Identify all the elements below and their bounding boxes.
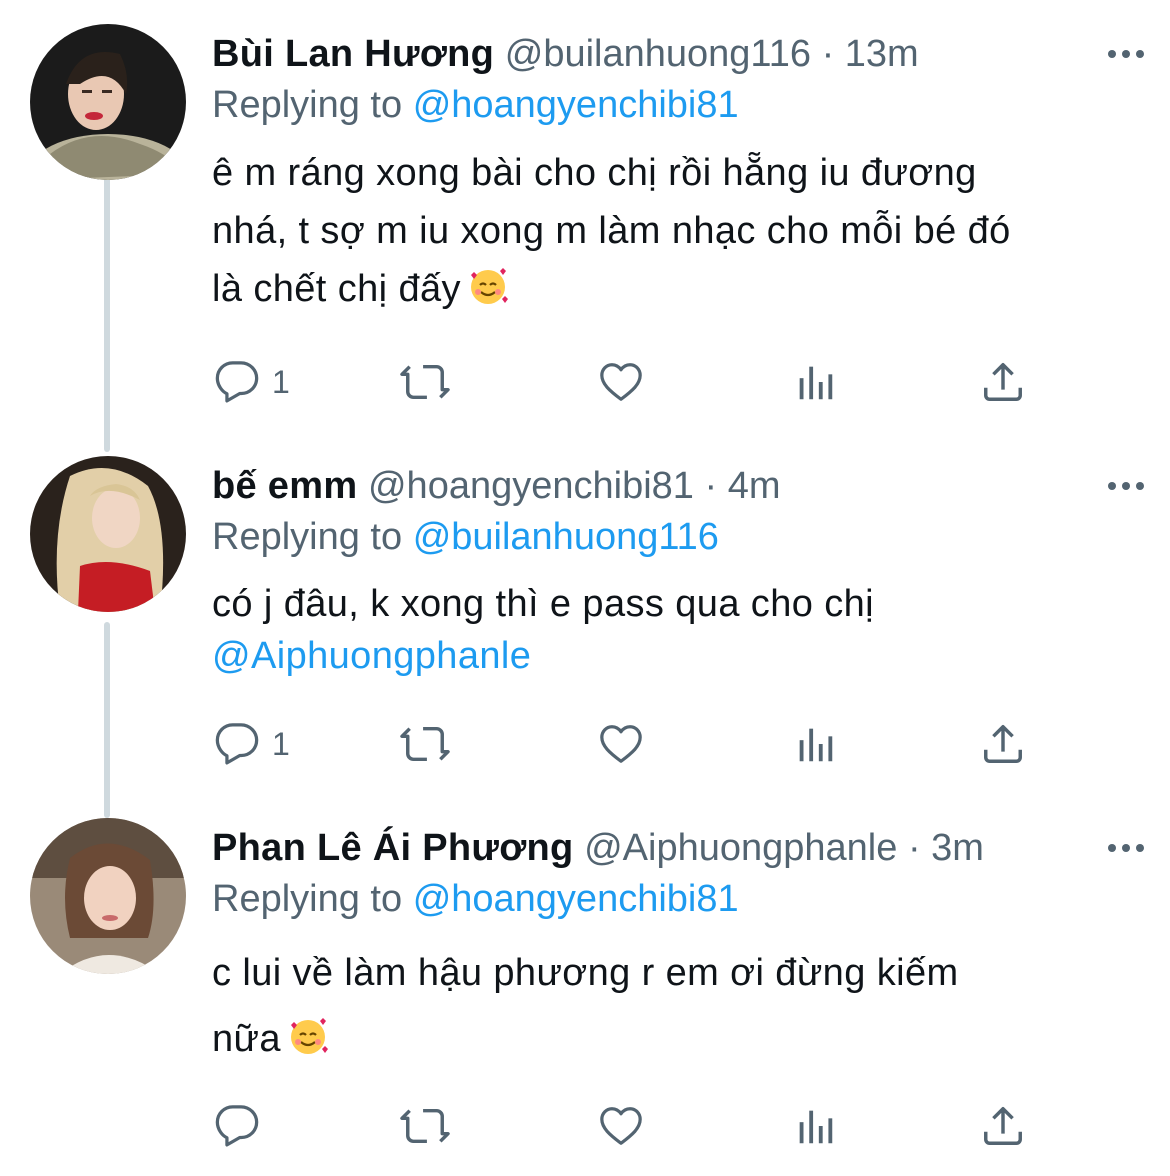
like-icon bbox=[600, 725, 642, 763]
username[interactable]: @Aiphuongphanle bbox=[584, 827, 897, 869]
like-icon bbox=[600, 363, 642, 401]
retweet-icon bbox=[400, 364, 450, 400]
analytics-button[interactable] bbox=[792, 352, 838, 412]
tweet-text-line: nhá, t sợ m iu xong m làm nhạc cho mỗi b… bbox=[212, 210, 1011, 252]
replying-prefix: Replying to bbox=[212, 516, 403, 558]
share-icon bbox=[984, 363, 1022, 401]
timestamp[interactable]: 3m bbox=[931, 827, 984, 869]
timestamp[interactable]: 4m bbox=[728, 465, 781, 507]
separator: · bbox=[907, 827, 921, 869]
analytics-icon bbox=[799, 728, 833, 762]
replying-to: Replying to @hoangyenchibi81 bbox=[212, 872, 739, 926]
tweet-text: c lui về làm hậu phương r em ơi đừng kiế… bbox=[212, 940, 1130, 1072]
reply-button[interactable]: 1 bbox=[214, 714, 290, 774]
display-name[interactable]: Phan Lê Ái Phương bbox=[212, 827, 574, 869]
body-mention[interactable]: @Aiphuongphanle bbox=[212, 630, 1130, 682]
tweet-text-line: là chết chị đấy bbox=[212, 260, 1130, 318]
replying-to: Replying to @builanhuong116 bbox=[212, 510, 719, 564]
replying-to: Replying to @hoangyenchibi81 bbox=[212, 78, 739, 132]
share-button[interactable] bbox=[980, 714, 1026, 774]
tweet-actions: 1 bbox=[212, 352, 1170, 412]
retweet-button[interactable] bbox=[400, 714, 450, 774]
smiling-face-with-hearts-icon bbox=[290, 1018, 328, 1054]
replying-prefix: Replying to bbox=[212, 878, 403, 920]
share-button[interactable] bbox=[980, 352, 1026, 412]
tweet-header: Phan Lê Ái Phương @Aiphuongphanle · 3m bbox=[212, 818, 1170, 878]
tweet[interactable]: Phan Lê Ái Phương @Aiphuongphanle · 3m R… bbox=[0, 818, 1170, 1176]
retweet-icon bbox=[400, 726, 450, 762]
reply-icon bbox=[215, 723, 259, 765]
analytics-button[interactable] bbox=[792, 714, 838, 774]
tweet-text-line: ê m ráng xong bài cho chị rồi hẵng iu đư… bbox=[212, 152, 977, 194]
retweet-icon bbox=[400, 1108, 450, 1144]
retweet-button[interactable] bbox=[400, 1096, 450, 1156]
like-button[interactable] bbox=[598, 352, 644, 412]
smiling-face-with-hearts-icon bbox=[470, 268, 508, 304]
tweet-actions bbox=[212, 1096, 1170, 1156]
analytics-icon bbox=[799, 1110, 833, 1144]
tweet-text: ê m ráng xong bài cho chị rồi hẵng iu đư… bbox=[212, 144, 1130, 318]
tweet-actions: 1 bbox=[212, 714, 1170, 774]
like-icon bbox=[600, 1107, 642, 1145]
username[interactable]: @builanhuong116 bbox=[505, 33, 811, 75]
tweet-text-line: có j đâu, k xong thì e pass qua cho chị bbox=[212, 583, 875, 625]
like-button[interactable] bbox=[598, 1096, 644, 1156]
like-button[interactable] bbox=[598, 714, 644, 774]
separator: · bbox=[704, 465, 718, 507]
more-icon[interactable] bbox=[1102, 456, 1150, 516]
more-icon[interactable] bbox=[1102, 818, 1150, 878]
avatar[interactable] bbox=[30, 818, 186, 974]
tweet-header: bế emm @hoangyenchibi81 · 4m bbox=[212, 456, 1170, 516]
share-icon bbox=[984, 725, 1022, 763]
replying-to-mention[interactable]: @builanhuong116 bbox=[413, 516, 719, 558]
reply-count: 1 bbox=[272, 725, 290, 762]
tweet-text: có j đâu, k xong thì e pass qua cho chị … bbox=[212, 578, 1130, 682]
avatar[interactable] bbox=[30, 24, 186, 180]
more-icon[interactable] bbox=[1102, 24, 1150, 84]
tweet[interactable]: bế emm @hoangyenchibi81 · 4m Replying to… bbox=[0, 456, 1170, 796]
share-button[interactable] bbox=[980, 1096, 1026, 1156]
retweet-button[interactable] bbox=[400, 352, 450, 412]
timestamp[interactable]: 13m bbox=[845, 33, 919, 75]
replying-to-mention[interactable]: @hoangyenchibi81 bbox=[413, 84, 739, 126]
username[interactable]: @hoangyenchibi81 bbox=[368, 465, 694, 507]
display-name[interactable]: Bùi Lan Hương bbox=[212, 33, 494, 75]
reply-icon bbox=[215, 361, 259, 403]
replying-prefix: Replying to bbox=[212, 84, 403, 126]
analytics-button[interactable] bbox=[792, 1096, 838, 1156]
reply-icon bbox=[215, 1105, 259, 1147]
tweet-text-line: nữa bbox=[212, 1006, 1130, 1072]
tweet-text-line: c lui về làm hậu phương r em ơi đừng kiế… bbox=[212, 952, 959, 994]
separator: · bbox=[821, 33, 835, 75]
share-icon bbox=[984, 1107, 1022, 1145]
tweet[interactable]: Bùi Lan Hương @builanhuong116 · 13m Repl… bbox=[0, 24, 1170, 424]
reply-count: 1 bbox=[272, 363, 290, 400]
display-name[interactable]: bế emm bbox=[212, 465, 357, 507]
avatar[interactable] bbox=[30, 456, 186, 612]
reply-button[interactable]: 1 bbox=[214, 352, 290, 412]
tweet-header: Bùi Lan Hương @builanhuong116 · 13m bbox=[212, 24, 1170, 84]
reply-button[interactable] bbox=[214, 1096, 272, 1156]
replying-to-mention[interactable]: @hoangyenchibi81 bbox=[413, 878, 739, 920]
analytics-icon bbox=[799, 366, 833, 400]
